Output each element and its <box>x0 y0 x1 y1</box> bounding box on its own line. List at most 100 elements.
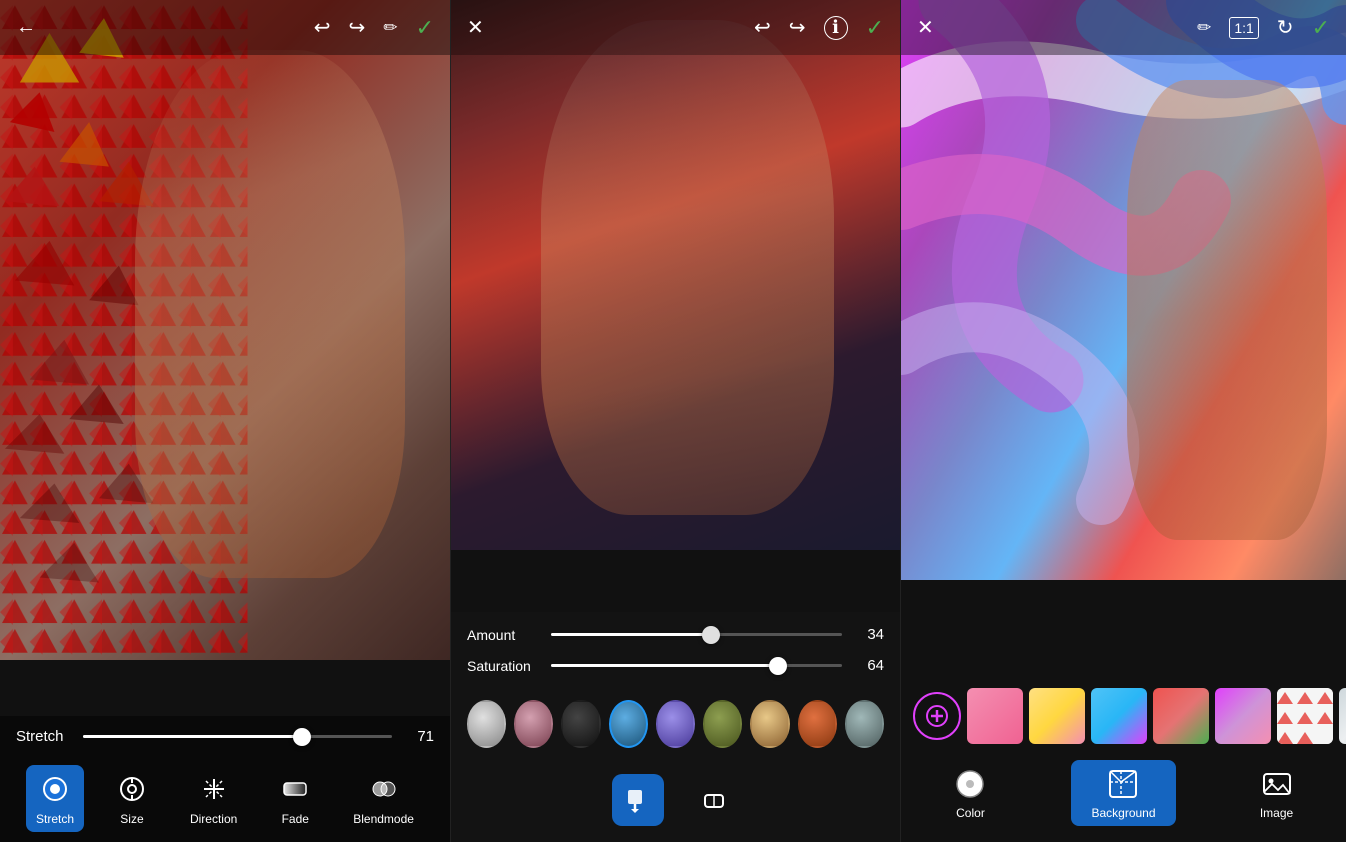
panel2-confirm-icon[interactable]: ✓ <box>866 15 884 41</box>
tool-fade[interactable]: Fade <box>267 765 323 832</box>
saturation-slider-row: Saturation 64 <box>467 657 884 674</box>
stretch-slider-thumb[interactable] <box>293 728 311 746</box>
panel2-info-icon[interactable]: ℹ <box>824 16 848 40</box>
tool-size-label: Size <box>120 812 143 826</box>
back-icon[interactable]: ← <box>16 16 36 39</box>
color-tab-icon <box>952 766 988 802</box>
tab-background[interactable]: Background <box>1071 760 1175 826</box>
stretch-value: 71 <box>404 728 434 745</box>
bg-swatch-1[interactable] <box>967 688 1023 744</box>
panel1-photo <box>0 0 450 660</box>
direction-icon <box>196 771 232 807</box>
amount-label: Amount <box>467 627 539 643</box>
swatch-4[interactable] <box>609 700 648 748</box>
stretch-label: Stretch <box>16 728 71 745</box>
swatch-3[interactable] <box>561 700 600 748</box>
tool-blendmode[interactable]: Blendmode <box>343 765 424 832</box>
swatch-2[interactable] <box>514 700 553 748</box>
background-tab-icon <box>1105 766 1141 802</box>
bg-swatches-row <box>901 682 1346 750</box>
brush-tools <box>467 760 884 842</box>
confirm-icon[interactable]: ✓ <box>416 15 434 41</box>
panel2-undo-icon[interactable]: ↩ <box>754 15 771 40</box>
swatch-6[interactable] <box>703 700 742 748</box>
amount-slider-row: Amount 34 <box>467 626 884 643</box>
swatch-7[interactable] <box>750 700 789 748</box>
panel3-face-hint <box>1127 80 1327 540</box>
panel3-toolbar-icons: ✏ 1:1 ↻ ✓ <box>1197 15 1330 41</box>
panel1-tools-row: Stretch Size <box>16 759 434 838</box>
swatch-9[interactable] <box>845 700 884 748</box>
triangle-overlay <box>0 0 248 660</box>
image-tab-label: Image <box>1260 806 1293 820</box>
panel2-redo-icon[interactable]: ↪ <box>789 15 806 40</box>
swatch-8[interactable] <box>798 700 837 748</box>
panel2-image-area <box>451 0 900 550</box>
panel-3: ✕ ✏ 1:1 ↻ ✓ <box>900 0 1346 842</box>
size-icon <box>114 771 150 807</box>
bg-swatch-7[interactable] <box>1339 688 1346 744</box>
image-tab-icon <box>1259 766 1295 802</box>
tab-image[interactable]: Image <box>1239 760 1315 826</box>
add-background-button[interactable] <box>913 692 961 740</box>
tool-direction-label: Direction <box>190 812 237 826</box>
panel1-bottom-controls: Stretch 71 Stretch <box>0 716 450 842</box>
stretch-slider-row: Stretch 71 <box>16 728 434 745</box>
tool-fade-label: Fade <box>282 812 309 826</box>
eraser-button[interactable] <box>688 774 740 826</box>
background-tab-label: Background <box>1091 806 1155 820</box>
panel1-toolbar: ← ↩ ↪ ✏ ✓ <box>0 0 450 55</box>
undo-icon[interactable]: ↩ <box>314 15 331 40</box>
saturation-slider-thumb[interactable] <box>769 657 787 675</box>
panel3-bottom-section: Color Background <box>901 672 1346 842</box>
brush-button[interactable] <box>612 774 664 826</box>
panel-2: ✕ ↩ ↪ ℹ ✓ Amount 34 Saturation <box>450 0 900 842</box>
panel2-bottom-overlay: Amount 34 Saturation 64 <box>451 612 900 842</box>
panel2-close-icon[interactable]: ✕ <box>467 15 484 40</box>
panel3-photo <box>901 0 1346 580</box>
panel1-toolbar-icons: ↩ ↪ ✏ ✓ <box>314 15 434 41</box>
color-swatches <box>467 688 884 760</box>
panel3-close-icon[interactable]: ✕ <box>917 15 934 40</box>
tool-stretch[interactable]: Stretch <box>26 765 84 832</box>
stretch-slider-track[interactable] <box>83 735 392 738</box>
bg-swatch-3[interactable] <box>1091 688 1147 744</box>
saturation-label: Saturation <box>467 658 539 674</box>
bottom-tabs-row: Color Background <box>901 750 1346 832</box>
amount-slider-thumb[interactable] <box>702 626 720 644</box>
fade-icon <box>277 771 313 807</box>
swatch-1[interactable] <box>467 700 506 748</box>
panel3-toolbar: ✕ ✏ 1:1 ↻ ✓ <box>901 0 1346 55</box>
bg-swatch-5[interactable] <box>1215 688 1271 744</box>
panel-1: ← ↩ ↪ ✏ ✓ <box>0 0 450 842</box>
redo-icon[interactable]: ↪ <box>349 15 366 40</box>
panel3-erase-icon[interactable]: ✏ <box>1197 18 1211 38</box>
panel3-confirm-icon[interactable]: ✓ <box>1312 15 1330 41</box>
tab-color[interactable]: Color <box>932 760 1008 826</box>
tool-blendmode-label: Blendmode <box>353 812 414 826</box>
amount-slider-fill <box>551 633 711 636</box>
panel2-face-hint <box>541 20 834 515</box>
bg-swatch-6[interactable] <box>1277 688 1333 744</box>
erase-icon[interactable]: ✏ <box>383 18 397 38</box>
tool-direction[interactable]: Direction <box>180 765 247 832</box>
saturation-value: 64 <box>854 657 884 674</box>
stretch-icon <box>37 771 73 807</box>
blendmode-icon <box>366 771 402 807</box>
tool-stretch-label: Stretch <box>36 812 74 826</box>
face-hint <box>135 50 405 578</box>
amount-slider-track[interactable] <box>551 633 842 636</box>
saturation-slider-fill <box>551 664 778 667</box>
swatch-5[interactable] <box>656 700 695 748</box>
stretch-slider-fill <box>83 735 302 738</box>
panel2-photo <box>451 0 900 550</box>
panel3-ratio-icon[interactable]: 1:1 <box>1229 17 1258 39</box>
saturation-slider-track[interactable] <box>551 664 842 667</box>
tool-size[interactable]: Size <box>104 765 160 832</box>
color-tab-label: Color <box>956 806 985 820</box>
bg-swatch-2[interactable] <box>1029 688 1085 744</box>
paint-strokes <box>901 0 1346 580</box>
panel3-refresh-icon[interactable]: ↻ <box>1277 15 1294 40</box>
bg-swatch-4[interactable] <box>1153 688 1209 744</box>
panel2-toolbar-icons: ↩ ↪ ℹ ✓ <box>754 15 884 41</box>
